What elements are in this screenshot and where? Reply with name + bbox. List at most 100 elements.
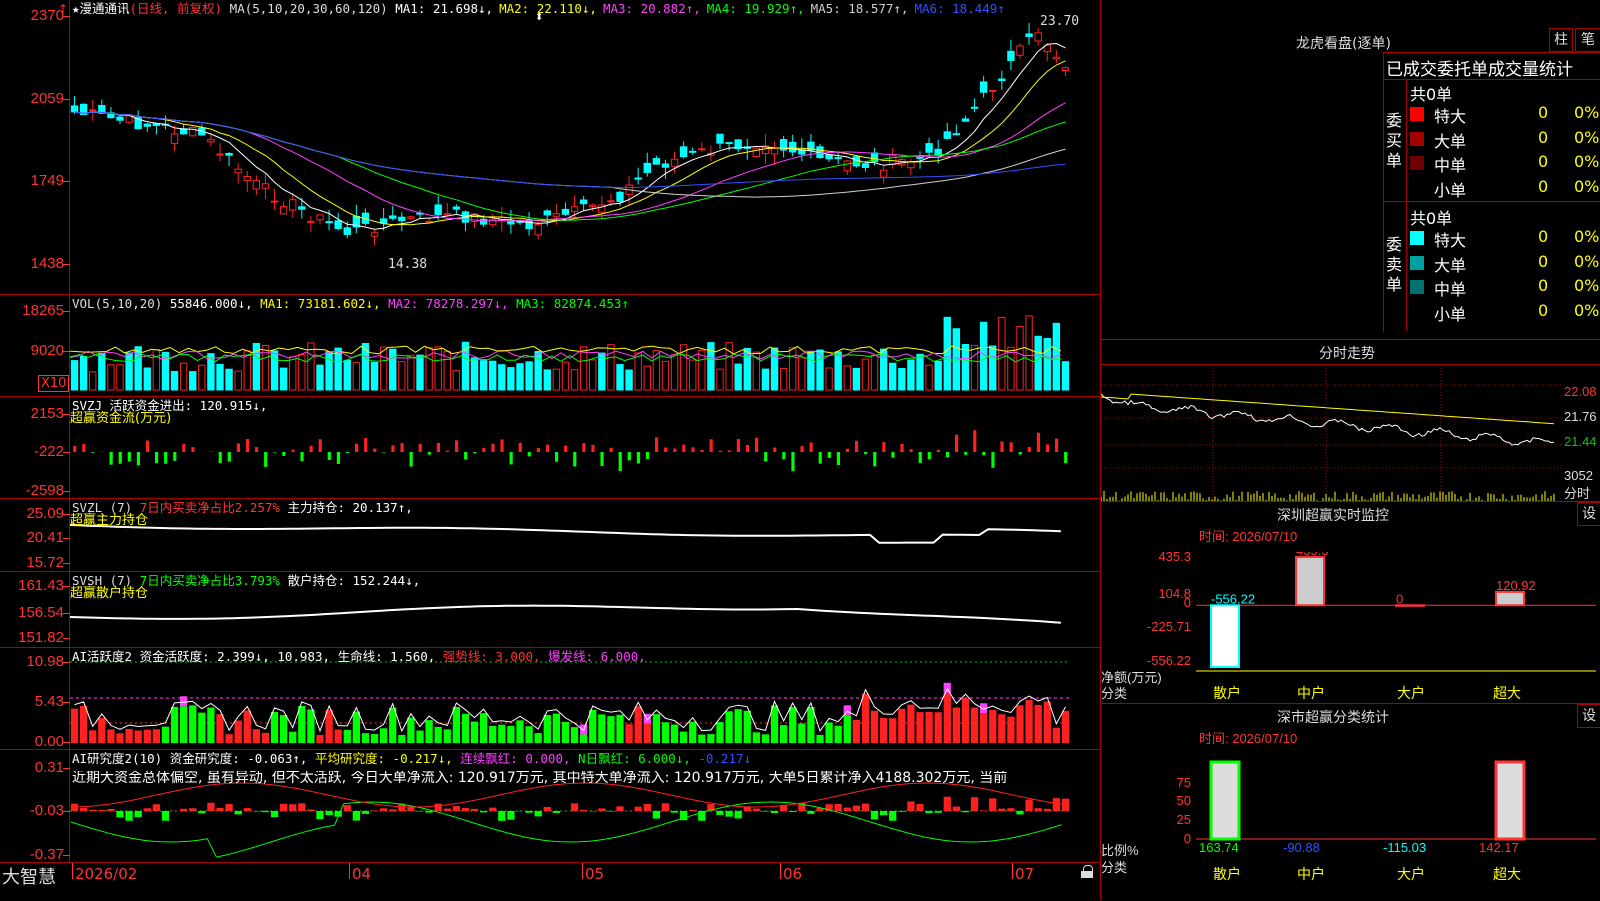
y-tick: 20.41	[2, 530, 64, 546]
flow-bar	[319, 439, 322, 452]
candle	[1062, 68, 1068, 71]
category-label: 大户	[1397, 683, 1425, 703]
price-panel[interactable]: 2370 2059 1749 1438 ★漫通通讯(日线, 前复权) MA(5,…	[0, 0, 1100, 295]
y-tick: 5.43	[2, 694, 64, 710]
volume-bar	[835, 352, 841, 390]
ratio-value: 163.74	[1199, 840, 1239, 855]
activity-bar	[244, 711, 251, 743]
low-price-label: 14.38	[388, 257, 427, 272]
category-label: 中户	[1297, 864, 1325, 884]
volume-bar	[608, 345, 614, 390]
volume-bar	[544, 370, 550, 390]
research-bar	[771, 811, 778, 813]
candle	[662, 164, 668, 167]
holding-line	[70, 525, 1061, 543]
candle	[235, 169, 241, 173]
flow-bar	[428, 452, 431, 455]
y-tick: -0.03	[2, 803, 64, 819]
flow-bar	[673, 449, 676, 452]
activity-bar	[798, 723, 805, 743]
buy-side-text: 委买单	[1386, 111, 1402, 170]
activity-bar	[762, 734, 769, 743]
sz-class-y-tick: 50	[1131, 793, 1191, 808]
research-bar	[389, 809, 396, 811]
research-bar	[1007, 808, 1014, 811]
volume-bar	[553, 369, 559, 390]
sz-class-panel[interactable]: 深市超赢分类统计 设 时间: 2026/07/10 7550250 比例% 分类…	[1100, 704, 1600, 900]
candle	[690, 151, 696, 152]
activity-bar	[1035, 705, 1042, 743]
candle	[544, 211, 550, 215]
candle	[226, 153, 232, 155]
activity-bar	[280, 715, 287, 743]
activity-bar	[944, 693, 951, 743]
category-label: 散户	[1213, 864, 1241, 884]
bar-view-button[interactable]: 柱	[1549, 28, 1573, 52]
row-count: 0	[1538, 276, 1548, 295]
intraday-panel[interactable]: 分时走势 22.08 21.76 21.44 3052 分时	[1100, 340, 1600, 502]
ai-active-panel[interactable]: 10.98 5.43 0.00 AI活跃度2 资金活跃度: 2.399↓, 10…	[0, 648, 1100, 750]
flow-bar	[664, 447, 667, 452]
candlestick-chart[interactable]	[70, 0, 1100, 294]
flow-bar	[628, 452, 631, 460]
sz-monitor-panel[interactable]: 深圳超赢实时监控 设 时间: 2026/07/10 -556.22435.301…	[1100, 502, 1600, 704]
flow-bar	[710, 439, 713, 452]
sz-class-time: 时间: 2026/07/10	[1199, 728, 1297, 747]
sz-monitor-ylabel2: 分类	[1101, 683, 1127, 702]
activity-bar	[253, 729, 260, 743]
strong-line-label: 强势线: 3.000,	[443, 649, 541, 664]
intraday-chart[interactable]	[1101, 365, 1561, 501]
flow-bar	[500, 439, 503, 452]
flow-bar	[264, 452, 267, 467]
candle	[371, 233, 377, 236]
research-bar	[635, 807, 642, 811]
activity-bar	[971, 708, 978, 743]
research-bar	[1025, 800, 1032, 811]
svzj-panel[interactable]: 2153 -222 -2598 SVZJ 活跃资金进出: 120.915↓, 超…	[0, 397, 1100, 499]
ai-research-panel[interactable]: 0.31 -0.03 -0.37 AI研究度2(10) 资金研究度: -0.06…	[0, 750, 1100, 862]
ratio-chart[interactable]	[1196, 754, 1596, 844]
flow-bar	[182, 444, 185, 452]
settings-button[interactable]: 设	[1577, 502, 1600, 526]
svzl-panel[interactable]: 25.09 20.41 15.72 SVZL (7) 7日内买卖净占比2.257…	[0, 499, 1100, 572]
activity-bar	[653, 714, 660, 743]
candle	[335, 221, 341, 229]
flow-bar	[228, 452, 231, 462]
flow-bar	[91, 452, 94, 453]
research-bar	[144, 808, 151, 811]
sz-monitor-title: 深圳超赢实时监控	[1277, 505, 1389, 525]
ma-line	[75, 61, 1066, 225]
y-tick: 10.98	[2, 654, 64, 670]
candle	[990, 90, 996, 91]
research-bar	[835, 804, 842, 811]
svzl-sub: 超赢主力持仓	[70, 513, 148, 528]
volume-bar	[171, 371, 177, 390]
flow-bar	[373, 448, 376, 452]
net-amount-chart[interactable]: -556.22435.30120.92	[1196, 552, 1596, 682]
research-bar	[871, 811, 878, 819]
volume-bar	[471, 358, 477, 390]
research-bars[interactable]	[70, 750, 1100, 862]
candle	[262, 184, 268, 188]
flow-bar	[246, 439, 249, 452]
tick-view-button[interactable]: 笔	[1575, 28, 1600, 52]
y-tick: -222	[2, 444, 64, 460]
candle	[453, 207, 459, 209]
activity-bar	[780, 725, 787, 743]
candle	[571, 207, 577, 212]
volume-bar	[626, 370, 632, 390]
color-swatch	[1410, 231, 1424, 245]
vol-ma2: MA2: 78278.297↓,	[388, 296, 508, 311]
candle	[926, 144, 932, 153]
ma-value-5: MA5: 18.577↑,	[811, 1, 909, 16]
candle	[308, 221, 314, 222]
research-bar	[553, 811, 560, 813]
activity-bar	[162, 727, 169, 743]
settings-button-2[interactable]: 设	[1577, 704, 1600, 728]
ratio-value: 142.17	[1479, 840, 1519, 855]
row-count: 0	[1538, 227, 1548, 246]
flow-bar	[400, 443, 403, 452]
research-bar	[753, 809, 760, 811]
svsh-panel[interactable]: 161.43 156.54 151.82 SVSH (7) 7日内买卖净占比3.…	[0, 572, 1100, 648]
volume-panel[interactable]: 18265 9020 X10 VOL(5,10,20) 55846.000↓, …	[0, 295, 1100, 397]
